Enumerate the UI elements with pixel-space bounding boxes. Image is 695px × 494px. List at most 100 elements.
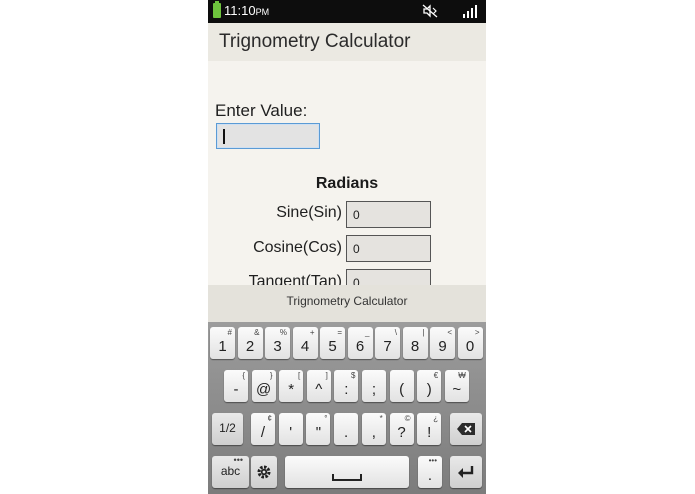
key-primary-label: ; (371, 381, 377, 398)
clock-time: 11:10 (224, 3, 256, 18)
key-secondary-label: # (227, 328, 232, 337)
key-secondary-label: { (242, 371, 245, 380)
key-primary-label: 3 (273, 338, 282, 355)
key-secondary-label: ¢ (267, 414, 272, 423)
on-screen-keyboard: #1 & 2% 3 +4 = 5 _ 6 \ 7 | 8 <9 >0 {-} @[*] ^ $:;(€) ₩ ~ ¢ /… (208, 322, 486, 494)
key-row2-8[interactable]: ₩ ~ (444, 370, 469, 402)
key-primary-label: 9 (438, 338, 447, 355)
space-bar-icon (332, 474, 362, 481)
key-primary-label: 7 (383, 338, 392, 355)
space-key[interactable] (285, 456, 409, 488)
key-primary-label: 6 (355, 338, 365, 355)
key-primary-label: * (288, 381, 295, 398)
key-secondary-label: } (269, 371, 273, 380)
key-primary-label: ! (427, 424, 432, 441)
sine-label: Sine(Sin) (276, 204, 342, 221)
key-primary-label: ^ (315, 381, 323, 398)
abc-key[interactable]: ••• abc (212, 456, 249, 488)
key-secondary-label: = (337, 328, 342, 337)
calculator-form: Enter Value: Radians Sine(Sin) 0 Cosine(… (208, 61, 486, 285)
phone-screen: 11:10PM Trignometry Calculator Enter Val… (208, 0, 486, 494)
key-row3-4[interactable]: *, (361, 413, 386, 445)
page-toggle-key[interactable]: 1/2 (212, 413, 243, 445)
key-row1-4[interactable]: = 5 (320, 327, 345, 359)
keyboard-suggestion-bar[interactable]: Trignometry Calculator (208, 285, 486, 322)
key-primary-label: ( (399, 381, 405, 398)
period-key-label: . (427, 467, 433, 484)
backspace-key[interactable] (450, 413, 482, 445)
key-row2-3[interactable]: ] ^ (306, 370, 331, 402)
key-row1-3[interactable]: +4 (292, 327, 318, 359)
key-row2-0[interactable]: {- (224, 370, 248, 402)
key-row1-6[interactable]: \ 7 (375, 327, 400, 359)
key-row2-1[interactable]: } @ (251, 370, 276, 402)
key-primary-label: / (260, 424, 266, 441)
period-key[interactable]: ••• . (418, 456, 442, 488)
key-row1-8[interactable]: <9 (430, 327, 455, 359)
key-primary-label: 8 (410, 338, 420, 355)
key-row3-2[interactable]: ° " (306, 413, 331, 445)
key-secondary-label: © (404, 414, 411, 423)
key-secondary-label: * (379, 414, 383, 423)
key-row2-4[interactable]: $: (334, 370, 359, 402)
key-row3-1[interactable]: ' (278, 413, 303, 445)
key-primary-label: @ (255, 381, 272, 398)
key-primary-label: . (344, 424, 349, 441)
key-primary-label: ' (289, 424, 293, 441)
cosine-result[interactable]: 0 (346, 235, 431, 262)
clock-ampm: PM (255, 7, 270, 17)
settings-key[interactable] (251, 456, 277, 488)
abc-key-label: abc (220, 464, 241, 478)
key-secondary-label: ¿ (433, 414, 439, 423)
key-row3-5[interactable]: ©? (389, 413, 414, 445)
key-secondary-label: & (254, 328, 260, 337)
tangent-label: Tangent(Tan) (248, 273, 342, 285)
key-primary-label: ? (397, 424, 406, 441)
key-secondary-label: ] (325, 371, 328, 380)
key-row3-0[interactable]: ¢ / (251, 413, 275, 445)
enter-icon (458, 466, 474, 478)
key-secondary-label: \ (394, 328, 397, 337)
key-row2-5[interactable]: ; (362, 370, 386, 402)
key-row3-3[interactable]: . (334, 413, 359, 445)
key-row2-6[interactable]: ( (389, 370, 414, 402)
radians-heading: Radians (208, 175, 486, 193)
key-row1-0[interactable]: #1 (210, 327, 235, 359)
key-primary-label: ) (426, 381, 432, 398)
tangent-result[interactable]: 0 (346, 269, 431, 285)
key-primary-label: 1 (218, 338, 227, 355)
text-caret (223, 129, 225, 144)
signal-icon (463, 5, 477, 18)
key-row3-6[interactable]: ¿! (417, 413, 442, 445)
key-row2-7[interactable]: €) (417, 370, 442, 402)
enter-key[interactable] (450, 456, 482, 488)
key-row1-5[interactable]: _ 6 (347, 327, 373, 359)
key-primary-label: 0 (465, 338, 475, 355)
sine-result[interactable]: 0 (346, 201, 431, 228)
key-primary-label: ~ (452, 381, 462, 398)
key-secondary-label: ₩ (458, 371, 466, 380)
key-secondary-label: € (433, 371, 439, 380)
key-secondary-label: % (279, 328, 287, 337)
key-row1-2[interactable]: % 3 (265, 327, 290, 359)
key-secondary-label: $ (350, 371, 356, 380)
key-row1-9[interactable]: >0 (457, 327, 483, 359)
key-row2-2[interactable]: [* (279, 370, 304, 402)
key-primary-label: - (233, 381, 239, 398)
battery-icon (213, 1, 221, 18)
key-secondary-label: [ (297, 371, 301, 380)
key-row1-1[interactable]: & 2 (237, 327, 263, 359)
key-secondary-label: _ (365, 328, 370, 337)
value-input[interactable] (216, 123, 320, 149)
key-secondary-label: ° (324, 414, 328, 423)
suggestion-text[interactable]: Trignometry Calculator (287, 294, 408, 308)
backspace-icon (457, 423, 475, 435)
key-secondary-label: + (309, 328, 315, 337)
app-title: Trignometry Calculator (219, 31, 411, 52)
key-primary-label: " (315, 424, 322, 441)
action-bar: Trignometry Calculator (208, 23, 486, 61)
key-primary-label: 5 (328, 338, 337, 355)
key-row1-7[interactable]: | 8 (402, 327, 428, 359)
key-primary-label: , (371, 424, 376, 441)
page-toggle-label: 1/2 (219, 421, 236, 435)
